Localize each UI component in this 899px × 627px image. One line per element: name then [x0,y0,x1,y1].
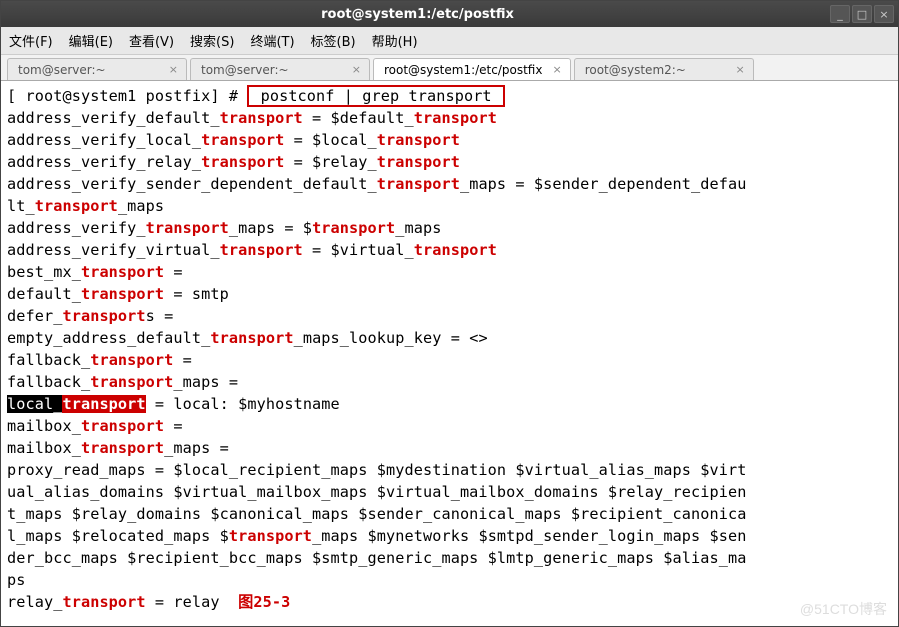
menu-terminal[interactable]: 终端(T) [250,31,294,50]
tab-2[interactable]: tom@server:~ × [190,58,370,80]
terminal-output[interactable]: [ root@system1 postfix] # postconf | gre… [1,81,898,617]
menu-file[interactable]: 文件(F) [9,31,53,50]
tab-label: tom@server:~ [18,63,106,77]
tab-1[interactable]: tom@server:~ × [7,58,187,80]
window-title: root@system1:/etc/postfix [5,7,830,22]
tab-label: root@system1:/etc/postfix [384,63,542,77]
maximize-button[interactable]: □ [852,5,872,23]
close-button[interactable]: × [874,5,894,23]
menu-tabs[interactable]: 标签(B) [311,31,356,50]
window-controls: _ □ × [830,5,894,23]
menu-edit[interactable]: 编辑(E) [69,31,113,50]
minimize-button[interactable]: _ [830,5,850,23]
figure-label: 图25-3 [238,593,290,611]
tab-label: root@system2:~ [585,63,686,77]
close-icon[interactable]: × [169,63,178,76]
menu-view[interactable]: 查看(V) [129,31,174,50]
close-icon[interactable]: × [552,63,561,76]
close-icon[interactable]: × [735,63,744,76]
menu-search[interactable]: 搜索(S) [190,31,234,50]
watermark: @51CTO博客 [800,599,887,619]
tab-4[interactable]: root@system2:~ × [574,58,754,80]
menu-help[interactable]: 帮助(H) [372,31,418,50]
menubar: 文件(F) 编辑(E) 查看(V) 搜索(S) 终端(T) 标签(B) 帮助(H… [1,27,898,55]
tab-3[interactable]: root@system1:/etc/postfix × [373,58,571,80]
titlebar: root@system1:/etc/postfix _ □ × [1,1,898,27]
close-icon[interactable]: × [352,63,361,76]
tab-label: tom@server:~ [201,63,289,77]
prompt: [ root@system1 postfix] # [7,87,247,105]
command-highlight: postconf | grep transport [247,85,505,107]
tabbar: tom@server:~ × tom@server:~ × root@system1… [1,55,898,81]
